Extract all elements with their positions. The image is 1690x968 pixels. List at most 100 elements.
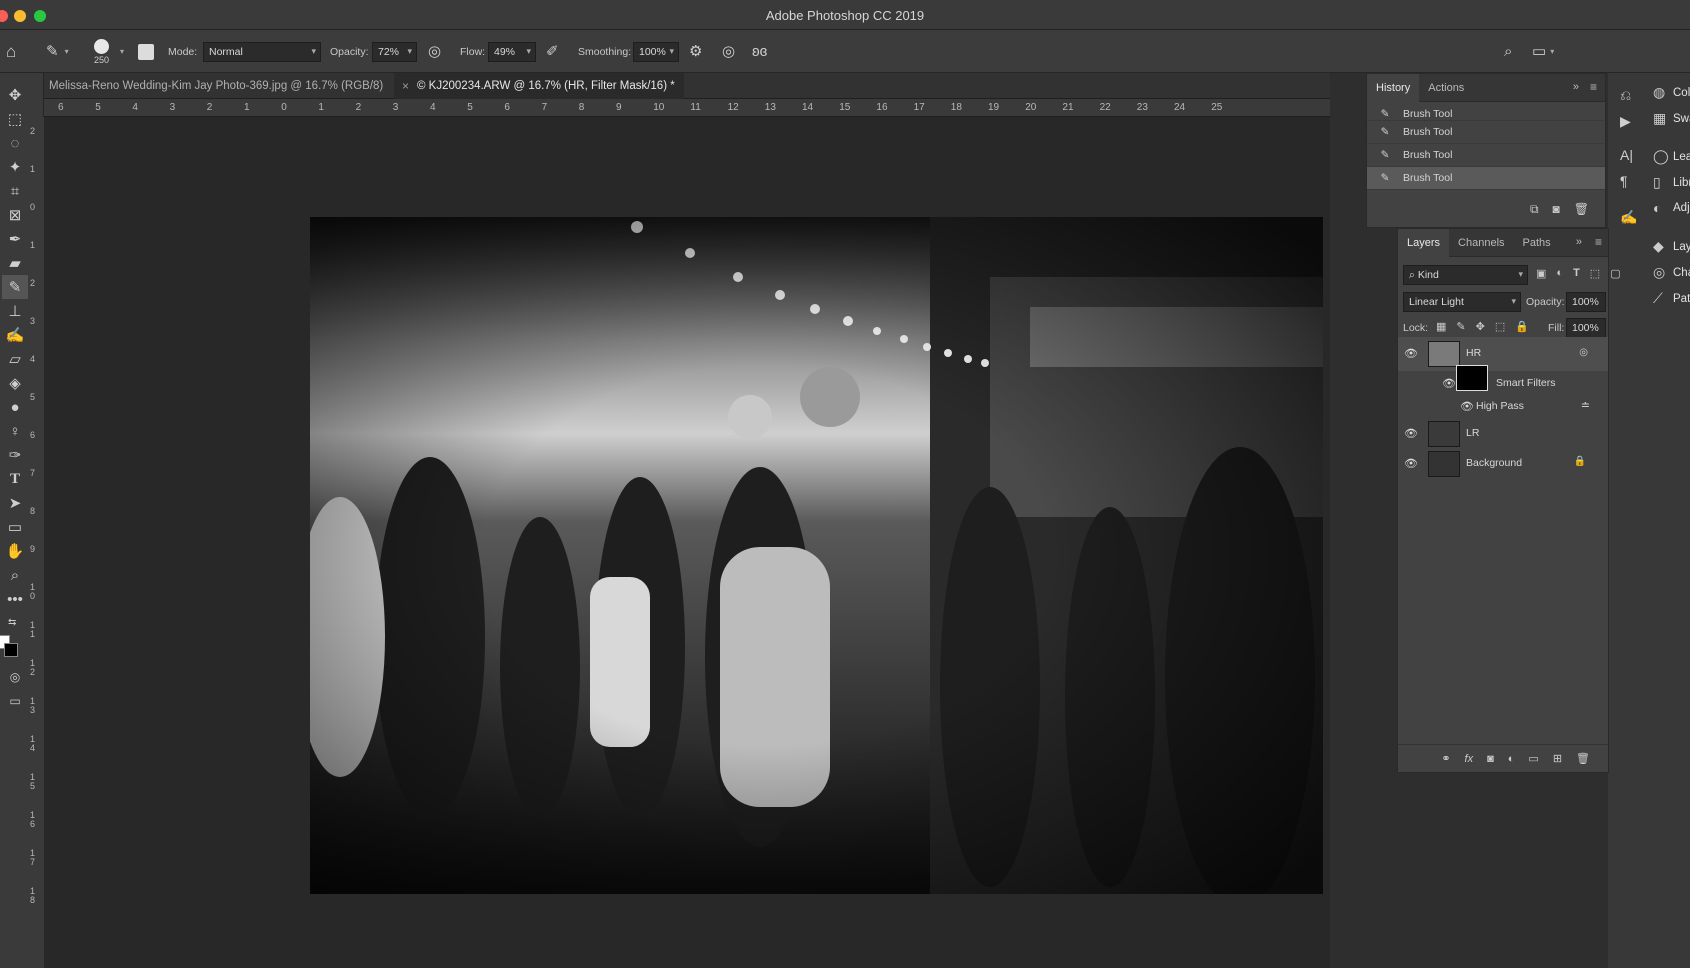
camera-icon[interactable]: ◙ bbox=[1553, 202, 1560, 217]
pixel-filter-icon[interactable]: ▣ bbox=[1536, 267, 1546, 280]
smoothing-field[interactable]: 100% ▾ bbox=[633, 41, 679, 62]
history-item[interactable]: ✎ Brush Tool bbox=[1367, 144, 1605, 167]
frame-tool[interactable]: ⊠ bbox=[2, 203, 28, 227]
swap-colors-icon[interactable]: ⇆ bbox=[8, 617, 16, 628]
tab-actions[interactable]: Actions bbox=[1419, 74, 1473, 102]
pen-tool[interactable]: ✑ bbox=[2, 443, 28, 467]
background-color-swatch[interactable] bbox=[4, 643, 18, 657]
tool-preset-picker[interactable]: ✎ ▾ bbox=[46, 30, 69, 73]
layer-row-lr[interactable]: 👁 LR bbox=[1398, 419, 1608, 449]
link-layers-icon[interactable]: ⚭ bbox=[1441, 752, 1450, 765]
eye-icon[interactable]: 👁 bbox=[1404, 427, 1418, 440]
hand-tool[interactable]: ✋ bbox=[2, 539, 28, 563]
lock-position-icon[interactable]: ✥ bbox=[1476, 320, 1485, 333]
type-filter-icon[interactable]: T bbox=[1573, 267, 1580, 280]
screen-mode-button[interactable]: ▭ bbox=[2, 689, 28, 713]
lock-pixels-icon[interactable]: ✎ bbox=[1456, 320, 1465, 333]
close-tab-icon[interactable]: × bbox=[402, 79, 409, 93]
search-button[interactable]: ⌕ bbox=[1504, 30, 1512, 73]
move-tool[interactable]: ✥ bbox=[2, 83, 28, 107]
panel-menu-icon[interactable]: ≡ bbox=[1595, 235, 1602, 249]
pressure-opacity-button[interactable]: ◎ bbox=[428, 30, 441, 73]
rectangle-tool[interactable]: ▭ bbox=[2, 515, 28, 539]
healing-brush-tool[interactable]: ▰ bbox=[2, 251, 28, 275]
tab-paths[interactable]: Paths bbox=[1514, 229, 1560, 257]
folder-icon[interactable]: ▭ bbox=[1528, 752, 1538, 765]
high-pass-filter-row[interactable]: 👁 High Pass ≐ bbox=[1398, 395, 1608, 417]
swatches-panel-button[interactable]: ▦ Swatches bbox=[1653, 110, 1690, 127]
crop-tool[interactable]: ⌗ bbox=[2, 179, 28, 203]
adjustment-filter-icon[interactable]: ◐ bbox=[1556, 267, 1563, 280]
brush-tool[interactable]: ✎ bbox=[2, 275, 28, 299]
airbrush-button[interactable]: ✐ bbox=[546, 30, 559, 73]
paragraph-panel-icon[interactable]: ¶ bbox=[1620, 173, 1628, 189]
eyedropper-tool[interactable]: ✒ bbox=[2, 227, 28, 251]
new-layer-icon[interactable]: ⊞ bbox=[1553, 752, 1562, 765]
paint-bucket-tool[interactable]: ◈ bbox=[2, 371, 28, 395]
learn-panel-button[interactable]: ◯ Learn bbox=[1653, 148, 1690, 165]
brush-size-picker[interactable]: 250 bbox=[94, 30, 109, 73]
marquee-tool[interactable]: ⬚ bbox=[2, 107, 28, 131]
chevron-down-icon[interactable]: ▾ bbox=[120, 47, 124, 56]
lock-transparency-icon[interactable]: ▦ bbox=[1436, 320, 1446, 333]
flow-field[interactable]: 49% ▾ bbox=[488, 41, 536, 62]
lasso-tool[interactable]: ◌ bbox=[2, 131, 28, 155]
symmetry-button[interactable]: ʚɞ bbox=[752, 30, 767, 73]
history-item[interactable]: ✎ Brush Tool bbox=[1367, 121, 1605, 144]
adjustments-panel-button[interactable]: ◐ Adjustme bbox=[1653, 200, 1690, 216]
collapse-panel-icon[interactable]: » bbox=[1573, 81, 1579, 93]
tab-layers[interactable]: Layers bbox=[1398, 228, 1450, 257]
tab-document-2[interactable]: × © KJ200234.ARW @ 16.7% (HR, Filter Mask… bbox=[394, 73, 684, 99]
home-button[interactable]: ⌂ bbox=[6, 30, 16, 73]
trash-icon[interactable]: 🗑 bbox=[1574, 202, 1589, 217]
lock-artboard-icon[interactable]: ⬚ bbox=[1495, 320, 1505, 333]
smart-object-filter-icon[interactable]: ▢ bbox=[1610, 267, 1620, 280]
fx-icon[interactable]: fx bbox=[1465, 753, 1474, 765]
smoothing-options-button[interactable]: ⚙ bbox=[689, 30, 702, 73]
eye-icon[interactable]: 👁 bbox=[1404, 457, 1418, 470]
clone-stamp-tool[interactable]: ⊥ bbox=[2, 299, 28, 323]
add-mask-icon[interactable]: ◙ bbox=[1487, 753, 1494, 765]
zoom-tool[interactable]: ⌕ bbox=[2, 563, 28, 587]
layers-panel-button[interactable]: ◆ Layers bbox=[1653, 238, 1690, 255]
edit-toolbar-button[interactable]: ••• bbox=[2, 587, 28, 611]
history-item[interactable]: ✎ Brush Tool bbox=[1367, 107, 1605, 121]
fill-field[interactable]: 100% bbox=[1566, 318, 1606, 338]
history-item-selected[interactable]: ✎ Brush Tool bbox=[1367, 167, 1605, 190]
type-tool[interactable]: T bbox=[2, 467, 28, 491]
brush-settings-toggle[interactable] bbox=[138, 30, 154, 73]
pressure-size-button[interactable]: ◎ bbox=[722, 30, 735, 73]
path-selection-tool[interactable]: ➤ bbox=[2, 491, 28, 515]
eye-icon[interactable]: 👁 bbox=[1404, 347, 1418, 360]
adjustment-layer-icon[interactable]: ◐ bbox=[1508, 753, 1515, 765]
history-brush-tool[interactable]: ✍ bbox=[2, 323, 28, 347]
panel-menu-icon[interactable]: ≡ bbox=[1590, 80, 1597, 94]
blur-tool[interactable]: ● bbox=[2, 395, 28, 419]
trash-icon[interactable]: 🗑 bbox=[1576, 752, 1590, 765]
history-panel-icon[interactable]: ⎌ bbox=[1620, 87, 1631, 104]
quick-mask-button[interactable]: ◎ bbox=[2, 665, 28, 689]
tab-channels[interactable]: Channels bbox=[1449, 229, 1513, 257]
layer-filter-select[interactable]: ⌕ Kind ▾ bbox=[1403, 265, 1528, 285]
workspace-button[interactable]: ▭ ▾ bbox=[1532, 30, 1554, 73]
layer-opacity-field[interactable]: 100% bbox=[1566, 292, 1606, 312]
document-photo[interactable] bbox=[310, 217, 1323, 894]
filter-mask-thumbnail[interactable] bbox=[1456, 365, 1488, 391]
libraries-panel-button[interactable]: ▯ Libraries bbox=[1653, 174, 1690, 191]
character-panel-icon[interactable]: A| bbox=[1620, 147, 1633, 163]
shape-filter-icon[interactable]: ⬚ bbox=[1590, 267, 1600, 280]
tab-history[interactable]: History bbox=[1367, 73, 1420, 102]
actions-panel-icon[interactable]: ▶ bbox=[1620, 113, 1631, 130]
layer-row-hr[interactable]: 👁 HR ◎ bbox=[1398, 337, 1608, 371]
eye-icon[interactable]: 👁 bbox=[1460, 400, 1474, 413]
filter-options-icon[interactable]: ≐ bbox=[1581, 399, 1590, 412]
channels-panel-button[interactable]: ◎ Channels bbox=[1653, 264, 1690, 281]
smart-filters-row[interactable]: 👁 Smart Filters bbox=[1398, 365, 1608, 395]
dodge-tool[interactable]: ♀ bbox=[2, 419, 28, 443]
lock-all-icon[interactable]: 🔒 bbox=[1515, 320, 1529, 333]
blend-mode-select[interactable]: Linear Light ▾ bbox=[1403, 292, 1521, 312]
brush-settings-icon[interactable]: ✍ bbox=[1620, 209, 1637, 226]
collapse-panel-icon[interactable]: » bbox=[1576, 236, 1582, 248]
magic-wand-tool[interactable]: ✦ bbox=[2, 155, 28, 179]
paths-panel-button[interactable]: ⟋ Paths bbox=[1653, 290, 1690, 307]
